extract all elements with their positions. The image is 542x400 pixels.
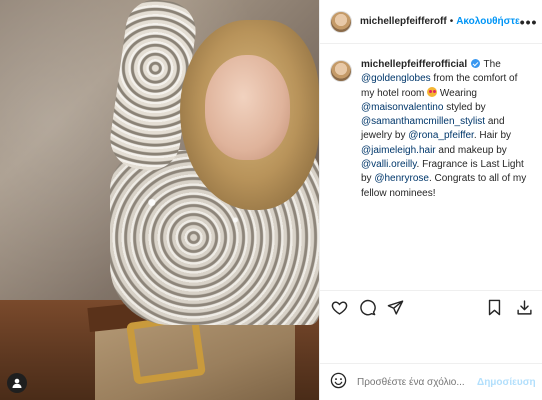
- follow-button[interactable]: Ακολουθήστε: [456, 16, 520, 27]
- post-actions: [320, 290, 542, 324]
- caption-segment: . Hair by: [473, 130, 512, 142]
- mention-link[interactable]: @maisonvalentino: [361, 102, 443, 113]
- mention-link[interactable]: @valli.oreilly: [361, 159, 417, 170]
- like-heart-icon[interactable]: [330, 299, 348, 317]
- photo-face: [205, 55, 290, 160]
- comment-bar: Δημοσίευση: [320, 363, 542, 400]
- verified-badge-icon: [470, 59, 480, 68]
- caption-segment: and makeup by: [435, 144, 507, 156]
- caption-segment: Wearing: [437, 87, 477, 99]
- comment-input[interactable]: [357, 376, 477, 388]
- mention-link[interactable]: @goldenglobes: [361, 73, 431, 84]
- mention-link[interactable]: @samanthamcmillen_stylist: [361, 116, 485, 127]
- more-options-icon[interactable]: •••: [520, 14, 538, 30]
- mention-link[interactable]: @jaimeleigh.hair: [361, 145, 436, 156]
- post-photo[interactable]: [0, 0, 319, 400]
- separator-dot: •: [449, 16, 454, 27]
- heart-eyes-emoji-icon: [427, 86, 438, 97]
- post-comment-button[interactable]: Δημοσίευση: [477, 377, 536, 388]
- caption-username[interactable]: michellepfeifferofficial: [361, 59, 467, 70]
- download-icon[interactable]: [515, 299, 533, 317]
- author-username[interactable]: michellepfeifferoff: [360, 16, 447, 27]
- post-side-panel: michellepfeifferoff • Ακολουθήστε ••• mi…: [319, 0, 542, 400]
- mention-link[interactable]: @henryrose: [374, 173, 429, 184]
- instagram-post-modal: michellepfeifferoff • Ακολουθήστε ••• mi…: [0, 0, 542, 400]
- author-avatar[interactable]: [330, 10, 352, 33]
- mention-link[interactable]: @rona_pfeiffer: [408, 130, 474, 141]
- caption-avatar[interactable]: [330, 60, 352, 82]
- share-send-icon[interactable]: [386, 299, 404, 317]
- post-caption: michellepfeifferofficial The @goldenglob…: [320, 44, 542, 201]
- tagged-users-icon[interactable]: [7, 373, 27, 393]
- post-header: michellepfeifferoff • Ακολουθήστε •••: [320, 0, 542, 44]
- comment-bubble-icon[interactable]: [358, 299, 376, 317]
- caption-text: michellepfeifferofficial The @goldenglob…: [361, 58, 529, 201]
- caption-segment: The: [483, 59, 501, 70]
- caption-segment: styled by: [443, 101, 486, 113]
- actions-right: [473, 299, 533, 317]
- emoji-smiley-icon[interactable]: [330, 372, 347, 392]
- save-bookmark-icon[interactable]: [485, 299, 503, 317]
